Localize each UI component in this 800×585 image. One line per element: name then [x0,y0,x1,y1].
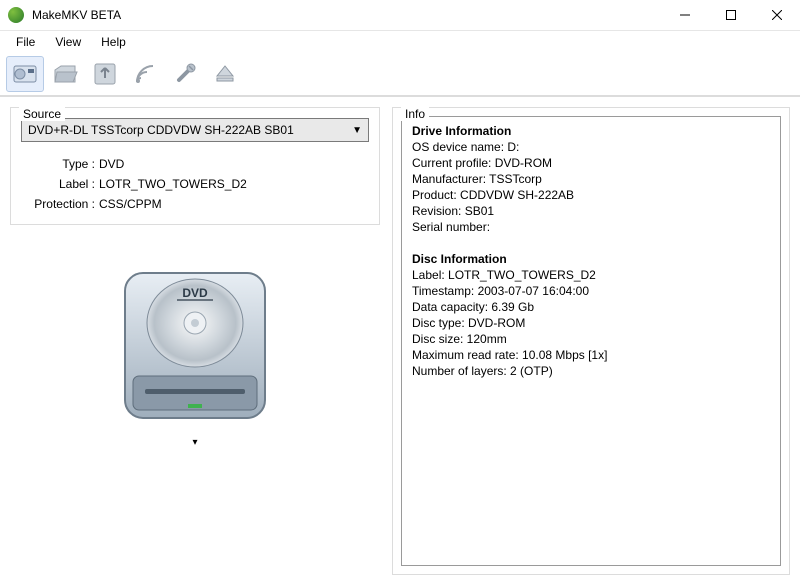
source-panel: Source DVD+R-DL TSSTcorp CDDVDW SH-222AB… [10,107,380,225]
menu-view[interactable]: View [45,33,91,51]
source-legend: Source [19,107,65,121]
drive-image: DVD [10,253,380,433]
info-line: Timestamp: 2003-07-07 16:04:00 [412,284,589,298]
info-line: Manufacturer: TSSTcorp [412,172,542,186]
expand-icon[interactable]: ▾ [10,437,380,448]
minimize-button[interactable] [662,0,708,31]
type-value: DVD [99,154,124,174]
protection-value: CSS/CPPM [99,194,162,214]
info-line: Current profile: DVD-ROM [412,156,552,170]
info-legend: Info [401,107,429,121]
window-title: MakeMKV BETA [32,8,662,22]
info-line: Product: CDDVDW SH-222AB [412,188,574,202]
menubar: File View Help [0,31,800,53]
info-line: Disc size: 120mm [412,332,507,346]
info-text: Drive Information OS device name: D: Cur… [401,116,781,566]
source-fields: Type : DVD Label : LOTR_TWO_TOWERS_D2 Pr… [21,154,369,214]
stream-button[interactable] [126,56,164,92]
protection-label: Protection : [21,194,99,214]
info-line: Number of layers: 2 (OTP) [412,364,553,378]
info-line: Maximum read rate: 10.08 Mbps [1x] [412,348,607,362]
dropdown-icon: ▼ [352,125,362,136]
app-icon [8,7,24,23]
svg-text:DVD: DVD [182,286,208,300]
content: Source DVD+R-DL TSSTcorp CDDVDW SH-222AB… [0,97,800,585]
save-button[interactable] [86,56,124,92]
source-select[interactable]: DVD+R-DL TSSTcorp CDDVDW SH-222AB SB01 ▼ [21,118,369,142]
drive-info-heading: Drive Information [412,124,511,138]
menu-help[interactable]: Help [91,33,136,51]
close-button[interactable] [754,0,800,31]
settings-button[interactable] [166,56,204,92]
disc-info-heading: Disc Information [412,252,507,266]
type-label: Type : [21,154,99,174]
open-file-button[interactable] [46,56,84,92]
label-value: LOTR_TWO_TOWERS_D2 [99,174,247,194]
info-panel: Info Drive Information OS device name: D… [392,107,790,575]
info-line: Data capacity: 6.39 Gb [412,300,534,314]
titlebar: MakeMKV BETA [0,0,800,31]
info-line: Revision: SB01 [412,204,494,218]
source-select-value: DVD+R-DL TSSTcorp CDDVDW SH-222AB SB01 [28,123,294,137]
label-label: Label : [21,174,99,194]
open-disc-button[interactable] [6,56,44,92]
toolbar [0,53,800,97]
maximize-button[interactable] [708,0,754,31]
eject-button[interactable] [206,56,244,92]
info-line: Label: LOTR_TWO_TOWERS_D2 [412,268,596,282]
info-line: Serial number: [412,220,490,234]
info-line: OS device name: D: [412,140,519,154]
info-line: Disc type: DVD-ROM [412,316,525,330]
menu-file[interactable]: File [6,33,45,51]
